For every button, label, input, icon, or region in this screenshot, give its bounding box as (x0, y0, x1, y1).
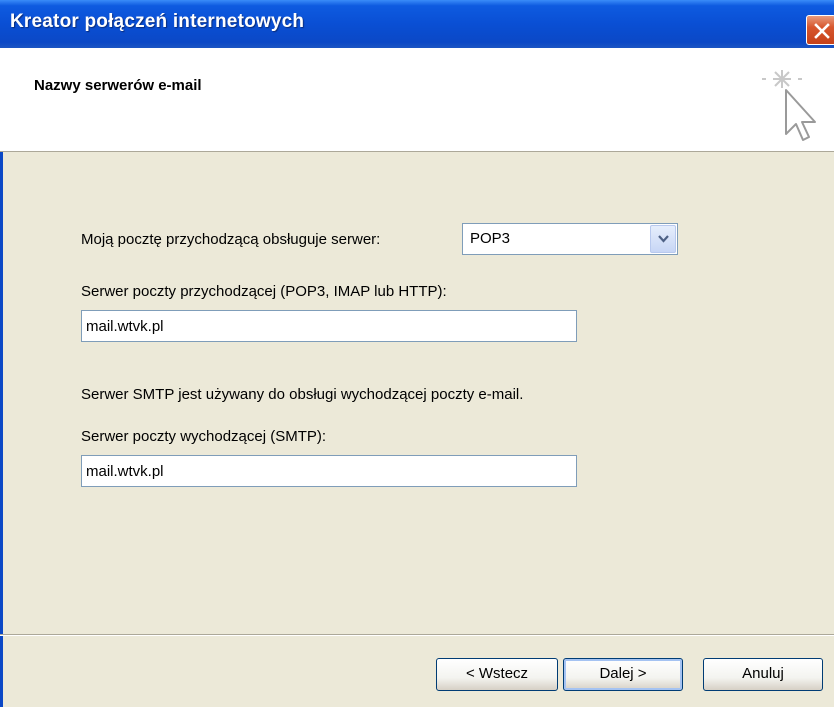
window-title: Kreator połączeń internetowych (10, 11, 305, 32)
incoming-server-label: Serwer poczty przychodzącej (POP3, IMAP … (81, 283, 447, 300)
close-button[interactable] (806, 15, 834, 45)
outgoing-server-input[interactable] (81, 455, 577, 487)
page-title: Nazwy serwerów e-mail (34, 77, 202, 94)
close-icon (814, 23, 830, 39)
dropdown-button[interactable] (650, 225, 676, 253)
title-bar[interactable]: Kreator połączeń internetowych (0, 0, 834, 48)
smtp-info-text: Serwer SMTP jest używany do obsługi wych… (81, 386, 524, 403)
server-type-label: Moją pocztę przychodzącą obsługuje serwe… (81, 231, 381, 248)
outgoing-server-label: Serwer poczty wychodzącej (SMTP): (81, 428, 327, 445)
incoming-server-input[interactable] (81, 310, 577, 342)
chevron-down-icon (658, 235, 669, 243)
server-type-select[interactable]: POP3 (462, 223, 678, 255)
server-type-value: POP3 (470, 230, 511, 247)
wizard-window: Kreator połączeń internetowych Nazwy ser… (0, 0, 834, 707)
cancel-button[interactable]: Anuluj (703, 658, 823, 691)
footer-divider (0, 634, 834, 636)
wizard-cursor-icon (762, 70, 816, 141)
back-button[interactable]: < Wstecz (436, 658, 558, 691)
wizard-header: Nazwy serwerów e-mail (0, 48, 834, 152)
next-button[interactable]: Dalej > (563, 658, 683, 691)
